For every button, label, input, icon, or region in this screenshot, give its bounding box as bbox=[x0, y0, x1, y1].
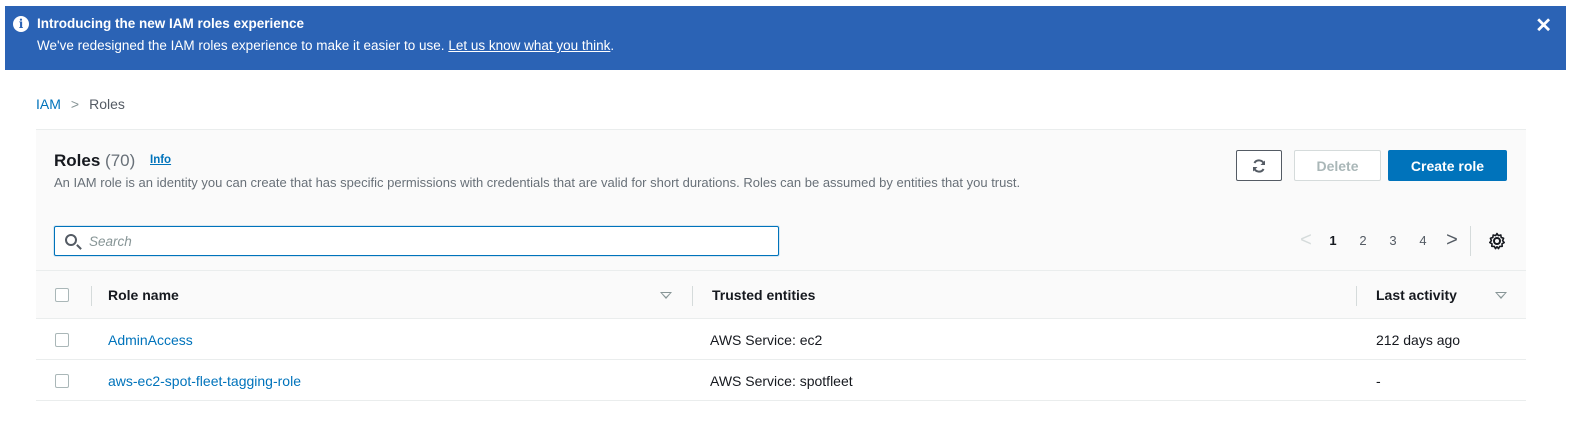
role-name-link[interactable]: aws-ec2-spot-fleet-tagging-role bbox=[108, 373, 301, 389]
role-name-cell: aws-ec2-spot-fleet-tagging-role bbox=[108, 373, 301, 389]
feedback-link[interactable]: Let us know what you think bbox=[448, 38, 610, 53]
row-checkbox[interactable] bbox=[55, 374, 69, 388]
page-3-button[interactable]: 3 bbox=[1378, 233, 1408, 248]
column-header-last-activity[interactable]: Last activity bbox=[1376, 287, 1457, 303]
delete-button[interactable]: Delete bbox=[1294, 150, 1381, 181]
breadcrumb-iam-link[interactable]: IAM bbox=[36, 96, 61, 112]
breadcrumb-separator-icon: > bbox=[70, 96, 80, 112]
table-row: AdminAccess AWS Service: ec2 212 days ag… bbox=[36, 320, 1526, 360]
page-description: An IAM role is an identity you can creat… bbox=[54, 175, 1021, 190]
previous-page-icon[interactable]: < bbox=[1294, 230, 1318, 250]
refresh-icon bbox=[1253, 158, 1265, 173]
page-4-button[interactable]: 4 bbox=[1408, 233, 1438, 248]
info-link[interactable]: Info bbox=[150, 154, 171, 166]
search-icon bbox=[65, 234, 77, 246]
table-header: Role name Trusted entities Last activity bbox=[36, 270, 1526, 319]
last-activity-cell: 212 days ago bbox=[1376, 332, 1461, 348]
column-divider bbox=[91, 286, 92, 306]
trusted-entities-cell: AWS Service: ec2 bbox=[710, 332, 823, 348]
banner-message: We've redesigned the IAM roles experienc… bbox=[37, 38, 614, 53]
page-title-text: Roles bbox=[54, 151, 101, 170]
search-input[interactable] bbox=[89, 231, 769, 251]
column-divider bbox=[692, 286, 693, 306]
sort-descending-icon[interactable] bbox=[1495, 292, 1507, 299]
role-name-link[interactable]: AdminAccess bbox=[108, 332, 193, 348]
column-divider bbox=[1356, 286, 1357, 306]
panel-header: Roles (70) Info An IAM role is an identi… bbox=[36, 130, 1526, 270]
row-checkbox[interactable] bbox=[55, 333, 69, 347]
refresh-button[interactable] bbox=[1236, 150, 1282, 181]
column-header-trusted-entities[interactable]: Trusted entities bbox=[712, 287, 815, 303]
column-header-role-name[interactable]: Role name bbox=[108, 287, 179, 303]
breadcrumb: IAM > Roles bbox=[36, 96, 125, 112]
pagination-divider bbox=[1470, 226, 1471, 256]
sort-descending-icon[interactable] bbox=[660, 292, 672, 299]
role-name-cell: AdminAccess bbox=[108, 332, 193, 348]
banner-message-text: We've redesigned the IAM roles experienc… bbox=[37, 38, 445, 53]
search-field[interactable] bbox=[54, 226, 779, 256]
roles-panel: Roles (70) Info An IAM role is an identi… bbox=[36, 129, 1526, 422]
select-all-checkbox[interactable] bbox=[55, 288, 69, 302]
info-icon: i bbox=[13, 16, 29, 32]
trusted-entities-cell: AWS Service: spotfleet bbox=[710, 373, 853, 389]
table-row: aws-ec2-spot-fleet-tagging-role AWS Serv… bbox=[36, 361, 1526, 401]
banner-message-suffix: . bbox=[610, 38, 615, 53]
page-title: Roles (70) bbox=[54, 151, 135, 171]
create-role-button[interactable]: Create role bbox=[1388, 150, 1507, 181]
close-icon[interactable]: ✕ bbox=[1535, 16, 1552, 36]
page-1-button[interactable]: 1 bbox=[1318, 233, 1348, 248]
last-activity-cell: - bbox=[1376, 373, 1381, 389]
next-page-icon[interactable]: > bbox=[1438, 230, 1466, 250]
banner-title: Introducing the new IAM roles experience bbox=[37, 16, 305, 31]
page-2-button[interactable]: 2 bbox=[1348, 233, 1378, 248]
roles-count: (70) bbox=[105, 151, 136, 170]
notification-banner: i Introducing the new IAM roles experien… bbox=[5, 6, 1566, 70]
pagination: < 1 2 3 4 > bbox=[1294, 230, 1466, 250]
gear-icon[interactable] bbox=[1487, 231, 1507, 251]
breadcrumb-current: Roles bbox=[89, 96, 125, 112]
